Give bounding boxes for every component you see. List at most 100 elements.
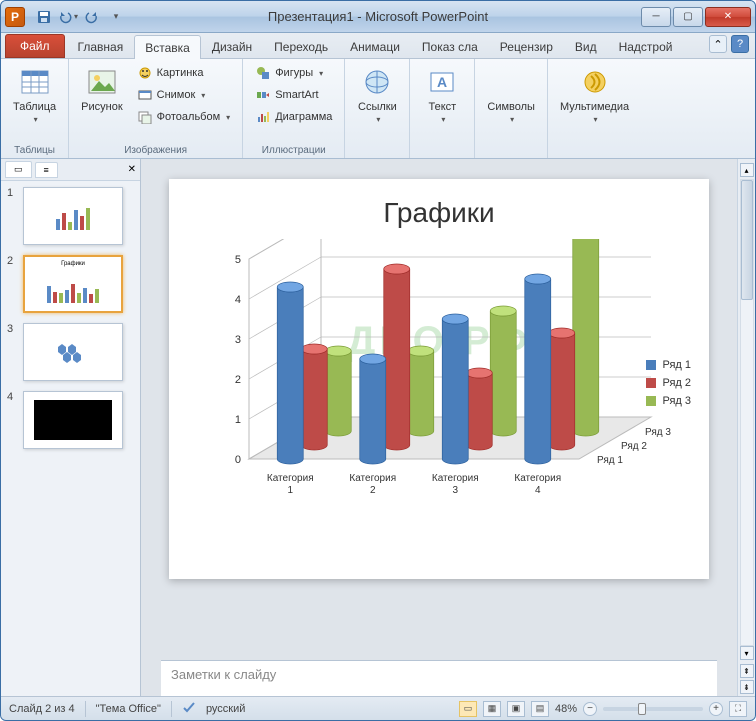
- qat-customize-icon[interactable]: ▾: [106, 7, 126, 27]
- shapes-button[interactable]: Фигуры▾: [251, 63, 336, 83]
- thumb-num: 2: [7, 255, 17, 267]
- notes-pane[interactable]: Заметки к слайду: [161, 660, 717, 696]
- svg-text:Категория: Категория: [432, 473, 479, 484]
- photoalbum-button[interactable]: Фотоальбом▾: [133, 107, 235, 127]
- svg-text:3: 3: [452, 485, 458, 496]
- svg-text:1: 1: [287, 485, 293, 496]
- links-button[interactable]: Ссылки▾: [353, 63, 401, 127]
- ribbon-tabs: Файл Главная Вставка Дизайн Переходь Ани…: [1, 33, 755, 59]
- help-button[interactable]: ?: [731, 35, 749, 53]
- chart-button[interactable]: Диаграмма: [251, 107, 336, 127]
- statusbar: Слайд 2 из 4 "Тема Office" русский ▭ ▦ ▣…: [1, 696, 755, 720]
- chart: 012345Ряд 3Ряд 2Ряд 1Категория1Категория…: [187, 239, 691, 544]
- shapes-label: Фигуры: [275, 67, 313, 79]
- panel-close-icon[interactable]: ✕: [128, 164, 136, 175]
- screenshot-icon: [137, 87, 153, 103]
- table-icon: [18, 65, 52, 99]
- file-tab[interactable]: Файл: [5, 34, 65, 58]
- thumbnail-panel: ▭ ≡ ✕ 1 2 Графики: [1, 159, 141, 696]
- media-button[interactable]: Мультимедиа▾: [556, 63, 633, 127]
- photoalbum-label: Фотоальбом: [157, 111, 221, 123]
- chart-label: Диаграмма: [275, 111, 332, 123]
- media-label: Мультимедиа: [560, 101, 629, 113]
- zoom-out-button[interactable]: −: [583, 702, 597, 716]
- text-button[interactable]: A Текст▾: [418, 63, 466, 127]
- next-slide-icon[interactable]: ⇟: [740, 680, 754, 694]
- smartart-button[interactable]: SmartArt: [251, 85, 336, 105]
- ribbon-minimize-button[interactable]: ⌃: [709, 35, 727, 53]
- scroll-thumb[interactable]: [741, 180, 753, 300]
- slideshow-view-button[interactable]: ▤: [531, 701, 549, 717]
- screenshot-label: Снимок: [157, 89, 196, 101]
- symbols-label: Символы: [487, 101, 535, 113]
- svg-text:1: 1: [235, 414, 241, 426]
- zoom-level[interactable]: 48%: [555, 703, 577, 715]
- slide-counter: Слайд 2 из 4: [9, 703, 75, 715]
- svg-text:4: 4: [535, 485, 541, 496]
- table-label: Таблица: [13, 101, 56, 113]
- tab-transitions[interactable]: Переходь: [263, 34, 339, 58]
- svg-text:2: 2: [370, 485, 376, 496]
- app-window: P ▾ ▾ Презентация1 - Microsoft PowerPoin…: [0, 0, 756, 721]
- tab-design[interactable]: Дизайн: [201, 34, 263, 58]
- zoom-in-button[interactable]: +: [709, 702, 723, 716]
- svg-text:4: 4: [235, 294, 241, 306]
- screenshot-button[interactable]: Снимок▾: [133, 85, 235, 105]
- links-label: Ссылки: [358, 101, 397, 113]
- svg-text:Ряд 2: Ряд 2: [621, 441, 647, 452]
- reading-view-button[interactable]: ▣: [507, 701, 525, 717]
- slide-thumbnail-4[interactable]: [23, 391, 123, 449]
- picture-icon: [85, 65, 119, 99]
- redo-icon[interactable]: [82, 7, 102, 27]
- tab-review[interactable]: Рецензир: [489, 34, 564, 58]
- clipart-button[interactable]: Картинка: [133, 63, 235, 83]
- undo-icon[interactable]: ▾: [58, 7, 78, 27]
- outline-tab[interactable]: ≡: [35, 162, 58, 178]
- svg-text:Категория: Категория: [349, 473, 396, 484]
- tab-animations[interactable]: Анимаци: [339, 34, 411, 58]
- minimize-button[interactable]: ─: [641, 7, 671, 27]
- tab-addins[interactable]: Надстрой: [608, 34, 684, 58]
- svg-text:Ряд 3: Ряд 3: [645, 427, 671, 438]
- picture-button[interactable]: Рисунок: [77, 63, 127, 115]
- normal-view-button[interactable]: ▭: [459, 701, 477, 717]
- tab-slideshow[interactable]: Показ сла: [411, 34, 489, 58]
- svg-text:A: A: [437, 74, 447, 90]
- spellcheck-icon[interactable]: [182, 700, 196, 717]
- maximize-button[interactable]: ▢: [673, 7, 703, 27]
- sorter-view-button[interactable]: ▦: [483, 701, 501, 717]
- chart-legend: Ряд 1Ряд 2Ряд 3: [646, 359, 691, 413]
- shapes-icon: [255, 65, 271, 81]
- tab-home[interactable]: Главная: [67, 34, 135, 58]
- prev-slide-icon[interactable]: ⇞: [740, 664, 754, 678]
- save-icon[interactable]: [34, 7, 54, 27]
- photoalbum-icon: [137, 109, 153, 125]
- slides-tab[interactable]: ▭: [5, 161, 32, 178]
- workspace: ▭ ≡ ✕ 1 2 Графики: [1, 159, 755, 696]
- theme-name: "Тема Office": [96, 703, 161, 715]
- close-button[interactable]: ✕: [705, 7, 751, 27]
- tab-view[interactable]: Вид: [564, 34, 608, 58]
- group-images-label: Изображения: [77, 143, 234, 156]
- svg-text:0: 0: [235, 454, 241, 466]
- scroll-down-icon[interactable]: ▾: [740, 646, 754, 660]
- titlebar: P ▾ ▾ Презентация1 - Microsoft PowerPoin…: [1, 1, 755, 33]
- symbols-button[interactable]: Ω Символы▾: [483, 63, 539, 127]
- chart-icon: [255, 109, 271, 125]
- slide-thumbnail-3[interactable]: [23, 323, 123, 381]
- svg-text:Категория: Категория: [267, 473, 314, 484]
- table-button[interactable]: Таблица▾: [9, 63, 60, 127]
- slide-area: Графики ДЦО.РФ 012345Ряд 3Ряд 2Ряд 1Кате…: [141, 159, 737, 696]
- zoom-slider[interactable]: [603, 707, 703, 711]
- thumb-num: 4: [7, 391, 17, 403]
- thumb-num: 1: [7, 187, 17, 199]
- tab-insert[interactable]: Вставка: [134, 35, 201, 59]
- slide-canvas[interactable]: Графики ДЦО.РФ 012345Ряд 3Ряд 2Ряд 1Кате…: [169, 179, 709, 579]
- vertical-scrollbar[interactable]: ▴ ▾ ⇞ ⇟: [737, 159, 755, 696]
- slide-thumbnail-1[interactable]: [23, 187, 123, 245]
- fit-to-window-button[interactable]: ⛶: [729, 701, 747, 717]
- svg-text:Ряд 1: Ряд 1: [597, 455, 623, 466]
- slide-thumbnail-2[interactable]: Графики: [23, 255, 123, 313]
- language-label[interactable]: русский: [206, 703, 245, 715]
- scroll-up-icon[interactable]: ▴: [740, 163, 754, 177]
